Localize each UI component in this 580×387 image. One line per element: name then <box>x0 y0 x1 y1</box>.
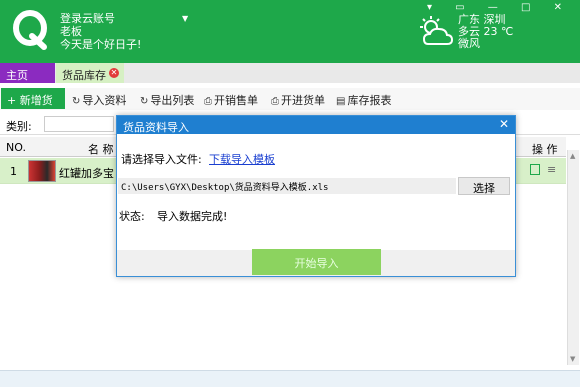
col-no: NO. <box>6 141 26 154</box>
app-header: 登录云账号 老板 今天是个好日子! ▼ 广东 深圳 多云 23 ℃ 微风 ▾ ▭… <box>0 0 580 63</box>
import-data-label: 导入资料 <box>82 94 127 107</box>
status-value: 导入数据完成! <box>157 210 228 223</box>
product-name: 红罐加多宝 <box>59 167 114 180</box>
chevron-down-icon[interactable]: ▼ <box>182 12 188 25</box>
col-actions: 操 作 <box>532 143 558 156</box>
tab-bar: 主页 货品库存 ✕ <box>0 63 580 83</box>
sales-order-button[interactable]: ⎙ 开销售单 <box>204 92 258 108</box>
sales-order-label: 开销售单 <box>214 94 258 107</box>
refresh-icon: ↻ <box>72 96 81 107</box>
export-list-label: 导出列表 <box>150 94 195 107</box>
download-template-link[interactable]: 下载导入模板 <box>209 151 275 167</box>
choose-file-button[interactable]: 选择 <box>458 177 510 195</box>
row-number: 1 <box>10 165 17 178</box>
status-bar <box>0 370 580 387</box>
user-name: 老板 <box>60 25 82 38</box>
product-thumbnail <box>28 160 56 182</box>
close-icon[interactable]: ✕ <box>499 117 509 131</box>
import-dialog: 货品资料导入 ✕ 请选择导入文件: 下载导入模板 C:\Users\GYX\De… <box>116 115 516 277</box>
tab-inventory-label: 货品库存 <box>62 69 106 82</box>
weather-wind: 微风 <box>458 37 480 50</box>
app-logo-icon <box>13 10 47 50</box>
tab-home[interactable]: 主页 <box>0 63 55 83</box>
status-label: 状态: <box>119 210 145 223</box>
inventory-report-button[interactable]: ▤ 库存报表 <box>336 92 391 108</box>
scroll-up-icon[interactable]: ▲ <box>570 152 575 160</box>
print-icon: ⎙ <box>271 96 279 107</box>
purchase-order-label: 开进货单 <box>281 94 325 107</box>
window-controls[interactable]: ▾ ▭ — □ ✕ <box>427 2 572 13</box>
import-data-button[interactable]: ↻ 导入资料 <box>72 92 126 108</box>
vertical-scrollbar[interactable]: ▲ ▼ <box>567 150 579 365</box>
login-cloud-account[interactable]: 登录云账号 <box>60 12 141 25</box>
col-name: 名 称 <box>88 143 114 156</box>
scroll-down-icon[interactable]: ▼ <box>570 355 575 363</box>
greeting-text: 今天是个好日子! <box>60 38 142 51</box>
category-label: 类别: <box>6 120 32 133</box>
refresh-icon: ↻ <box>140 96 149 107</box>
dialog-title: 货品资料导入 <box>123 121 189 134</box>
weather-cloudy-icon <box>420 16 454 45</box>
category-select[interactable] <box>44 116 114 132</box>
report-icon: ▤ <box>336 96 346 107</box>
select-file-label: 请选择导入文件: <box>121 153 202 166</box>
export-list-button[interactable]: ↻ 导出列表 <box>140 92 194 108</box>
menu-icon[interactable]: ≡ <box>547 163 556 176</box>
account-info[interactable]: 登录云账号 老板 今天是个好日子! ▼ <box>60 12 188 51</box>
edit-icon[interactable] <box>530 164 540 175</box>
inventory-report-label: 库存报表 <box>347 94 392 107</box>
print-icon: ⎙ <box>204 96 212 107</box>
close-icon[interactable]: ✕ <box>109 68 119 78</box>
weather-info: 广东 深圳 多云 23 ℃ 微风 <box>458 14 513 50</box>
dialog-body: 请选择导入文件: 下载导入模板 C:\Users\GYX\Desktop\货品资… <box>117 134 515 276</box>
toolbar: + 新增货品 ↻ 导入资料 ↻ 导出列表 ⎙ 开销售单 ⎙ 开进货单 ▤ 库存报表 <box>0 88 580 123</box>
dialog-title-bar: 货品资料导入 ✕ <box>117 116 515 134</box>
file-path-field[interactable]: C:\Users\GYX\Desktop\货品资料导入模板.xls <box>118 178 456 194</box>
start-import-button[interactable]: 开始导入 <box>252 249 381 275</box>
add-item-button[interactable]: + 新增货品 <box>1 88 65 123</box>
purchase-order-button[interactable]: ⎙ 开进货单 <box>271 92 325 108</box>
